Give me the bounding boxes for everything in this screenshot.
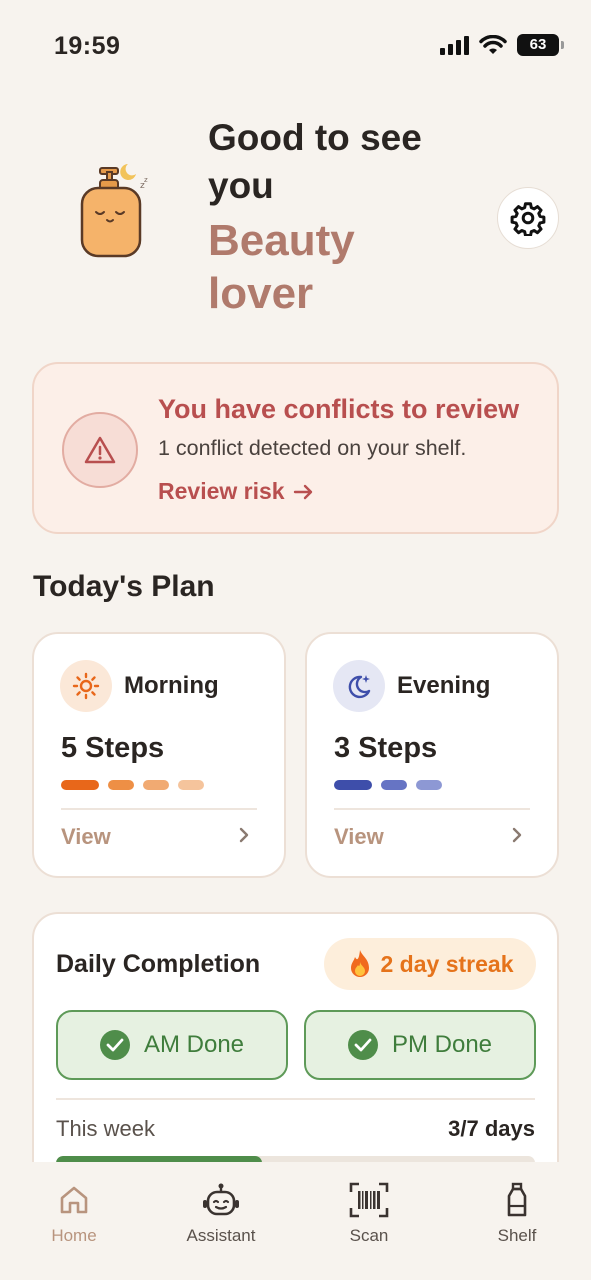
step-dot [108, 780, 134, 790]
am-done-button[interactable]: AM Done [56, 1010, 288, 1080]
robot-icon [203, 1183, 239, 1216]
daily-completion-title: Daily Completion [56, 950, 261, 978]
wifi-icon [479, 35, 507, 54]
nav-home-label: Home [51, 1226, 97, 1245]
home-icon [60, 1186, 88, 1214]
morning-steps: 5 Steps [61, 732, 165, 764]
sun-icon [72, 672, 100, 700]
step-dot [334, 780, 372, 790]
nav-scan-label: Scan [349, 1226, 389, 1245]
step-dot [61, 780, 99, 790]
settings-button[interactable] [497, 187, 559, 249]
conflict-description: 1 conflict detected on your shelf. [158, 436, 467, 460]
conflict-card[interactable]: You have conflicts to review 1 conflict … [32, 362, 559, 534]
step-dot [143, 780, 169, 790]
gear-icon [510, 202, 546, 236]
status-bar: 19:59 63 [0, 0, 591, 90]
divider [61, 808, 257, 810]
nav-shelf[interactable]: Shelf [457, 1180, 577, 1246]
user-name-line-2: lover [208, 269, 314, 318]
evening-view-link[interactable]: View [334, 824, 384, 850]
status-icons: 63 [440, 34, 564, 56]
section-title-todays-plan: Today's Plan [33, 570, 215, 603]
evening-plan-card[interactable]: Evening 3 Steps View [305, 632, 559, 878]
greeting: Good to see you Beauty lover [208, 114, 468, 320]
nav-shelf-label: Shelf [497, 1226, 537, 1245]
review-risk-label: Review risk [158, 478, 285, 504]
conflict-title: You have conflicts to review [158, 394, 520, 424]
step-dot [178, 780, 204, 790]
barcode-icon [349, 1182, 389, 1218]
evening-step-indicators [334, 780, 442, 790]
moon-icon [348, 675, 371, 699]
nav-assistant[interactable]: Assistant [161, 1180, 281, 1246]
user-name-line-1: Beauty [208, 216, 355, 265]
bottle-icon [507, 1182, 527, 1217]
morning-view-link[interactable]: View [61, 824, 111, 850]
arrow-right-icon [293, 484, 312, 499]
fire-icon [350, 950, 369, 977]
divider [56, 1098, 535, 1100]
morning-label: Morning [124, 672, 219, 699]
greeting-line-1: Good to see [208, 117, 422, 158]
greeting-line-2: you [208, 165, 274, 206]
nav-assistant-label: Assistant [186, 1226, 256, 1245]
evening-steps: 3 Steps [334, 732, 438, 764]
am-done-label: AM Done [143, 1031, 245, 1058]
status-time: 19:59 [54, 32, 121, 60]
week-value: 3/7 days [448, 1116, 535, 1141]
warning-icon [84, 436, 116, 464]
moon-icon-badge [333, 660, 385, 712]
pm-done-button[interactable]: PM Done [304, 1010, 536, 1080]
step-dot [416, 780, 442, 790]
mascot-bottle-icon: z z [80, 164, 148, 258]
divider [334, 808, 530, 810]
week-label: This week [56, 1116, 156, 1141]
pm-done-label: PM Done [391, 1031, 493, 1058]
battery-icon: 63 [517, 34, 564, 56]
morning-plan-card[interactable]: Morning 5 Steps View [32, 632, 286, 878]
review-risk-link[interactable]: Review risk [158, 478, 315, 505]
streak-label: 2 day streak [380, 950, 514, 977]
evening-label: Evening [397, 672, 491, 699]
nav-scan[interactable]: Scan [309, 1180, 429, 1246]
bottom-nav: Home Assistant Scan Shelf [0, 1162, 591, 1280]
streak-badge: 2 day streak [324, 938, 536, 990]
sun-icon-badge [60, 660, 112, 712]
check-icon [99, 1030, 130, 1060]
step-dot [381, 780, 407, 790]
check-icon [347, 1030, 378, 1060]
chevron-right-icon[interactable] [511, 826, 523, 844]
nav-home[interactable]: Home [14, 1180, 134, 1246]
warning-icon-badge [62, 412, 138, 488]
signal-icon [440, 35, 469, 55]
svg-text:z: z [144, 176, 148, 184]
chevron-right-icon[interactable] [238, 826, 250, 844]
morning-step-indicators [61, 780, 204, 790]
